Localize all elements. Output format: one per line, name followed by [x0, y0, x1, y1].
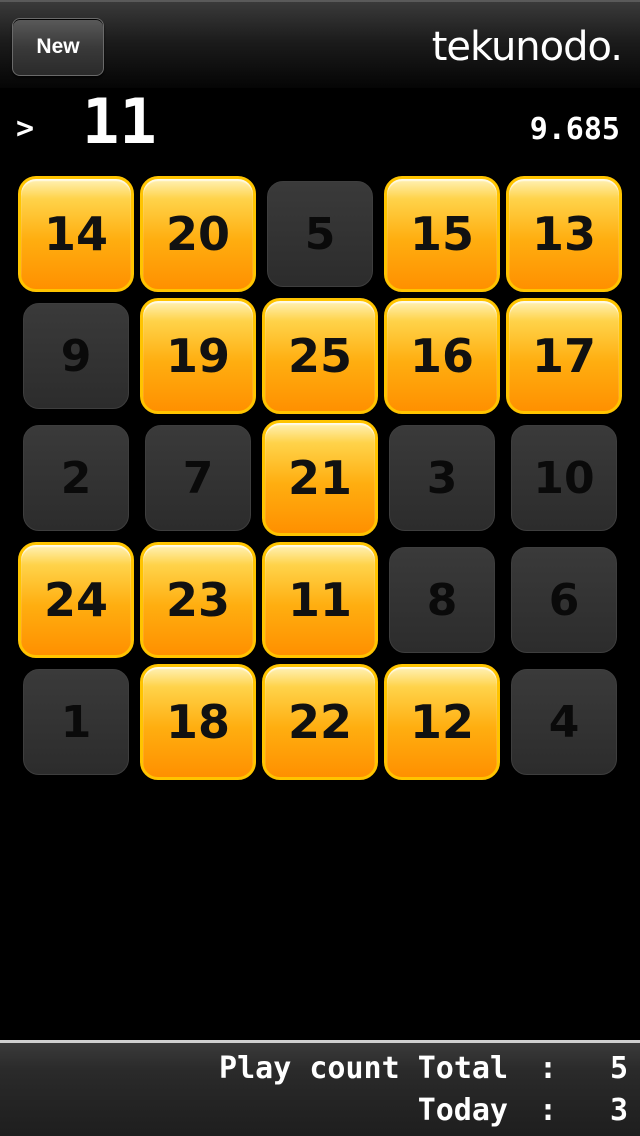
- number-tile[interactable]: 2: [23, 425, 129, 531]
- number-tile[interactable]: 10: [511, 425, 617, 531]
- number-tile[interactable]: 21: [262, 420, 378, 536]
- new-game-button[interactable]: New: [12, 18, 104, 76]
- number-tile[interactable]: 1: [23, 669, 129, 775]
- number-tile[interactable]: 19: [140, 298, 256, 414]
- number-tile[interactable]: 15: [384, 176, 500, 292]
- play-count-total-colon: :: [538, 1051, 558, 1086]
- number-tile[interactable]: 12: [384, 664, 500, 780]
- next-target-number: 11: [82, 85, 157, 158]
- prompt-indicator: >: [16, 111, 35, 146]
- play-count-today-value: 3: [609, 1093, 628, 1128]
- number-tile[interactable]: 6: [511, 547, 617, 653]
- play-count-total-row: Play count Total : 5: [219, 1049, 628, 1089]
- play-count-today-colon: :: [538, 1093, 558, 1128]
- play-count-total-value: 5: [609, 1051, 628, 1086]
- play-count-today-label: Today: [417, 1093, 508, 1128]
- play-count-total-label: Play count Total: [219, 1051, 508, 1086]
- number-tile[interactable]: 8: [389, 547, 495, 653]
- number-tile[interactable]: 25: [262, 298, 378, 414]
- number-tile[interactable]: 11: [262, 542, 378, 658]
- top-bar: New tekunodo.: [0, 0, 640, 88]
- number-tile[interactable]: 16: [384, 298, 500, 414]
- number-tile[interactable]: 22: [262, 664, 378, 780]
- number-tile[interactable]: 13: [506, 176, 622, 292]
- number-tile[interactable]: 18: [140, 664, 256, 780]
- number-tile[interactable]: 9: [23, 303, 129, 409]
- number-tile[interactable]: 7: [145, 425, 251, 531]
- play-count-today-row: Today : 3: [418, 1091, 628, 1131]
- app-logo: tekunodo.: [431, 24, 623, 70]
- play-count-footer: Play count Total : 5 Today : 3: [0, 1040, 640, 1136]
- number-grid: 14 20 5 15 13 9 19 25 16 17 2 7 21 3 10 24 23 11 8 6 1 18 22 12…: [18, 176, 622, 780]
- number-tile[interactable]: 24: [18, 542, 134, 658]
- number-tile[interactable]: 23: [140, 542, 256, 658]
- number-tile[interactable]: 17: [506, 298, 622, 414]
- number-tile[interactable]: 20: [140, 176, 256, 292]
- number-tile[interactable]: 4: [511, 669, 617, 775]
- number-tile[interactable]: 3: [389, 425, 495, 531]
- number-tile[interactable]: 5: [267, 181, 373, 287]
- elapsed-timer: 9.685: [529, 112, 620, 147]
- number-tile[interactable]: 14: [18, 176, 134, 292]
